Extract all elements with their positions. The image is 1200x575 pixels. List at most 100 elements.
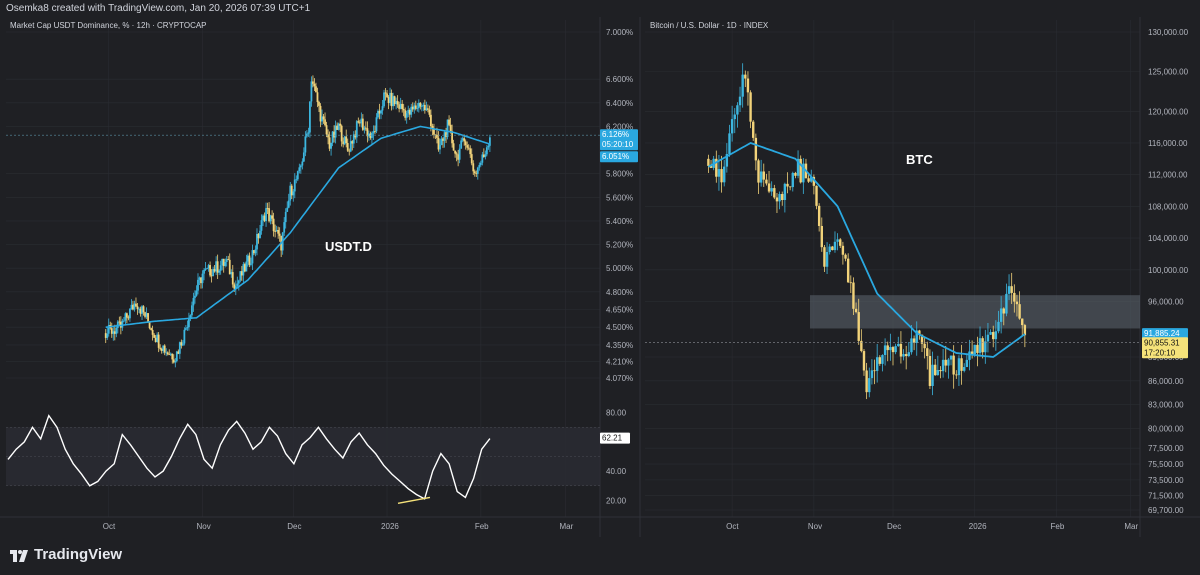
btc-candle bbox=[999, 308, 1003, 322]
footer-brand: TradingView bbox=[34, 546, 123, 563]
usdt-candle bbox=[454, 150, 457, 154]
btc-candle bbox=[981, 338, 984, 353]
btc-candle bbox=[752, 121, 755, 138]
btc-candle bbox=[823, 247, 826, 267]
usdt-candle bbox=[195, 290, 198, 296]
usdt-candle bbox=[484, 154, 487, 157]
btc-candle bbox=[939, 370, 942, 372]
usdt-candle bbox=[277, 230, 280, 234]
btc-candle bbox=[886, 345, 889, 351]
btc-y-tick-label: 100,000.00 bbox=[1148, 266, 1189, 275]
btc-candle bbox=[744, 74, 747, 79]
btc-candle bbox=[723, 166, 726, 183]
btc-candle bbox=[1002, 308, 1005, 314]
btc-candle bbox=[794, 172, 797, 176]
btc-candle bbox=[902, 354, 905, 357]
usdt-candle bbox=[295, 179, 298, 181]
usdt-candle bbox=[487, 145, 490, 148]
usdt-candle bbox=[464, 141, 467, 146]
btc-candle bbox=[944, 359, 947, 366]
usdt-candle bbox=[476, 167, 479, 174]
btc-y-tick-label: 120,000.00 bbox=[1148, 107, 1189, 116]
btc-candle bbox=[767, 183, 771, 192]
usdt-candle bbox=[236, 283, 239, 286]
btc-candle bbox=[976, 344, 979, 353]
usdt-candle bbox=[396, 101, 399, 105]
btc-candle bbox=[749, 92, 752, 122]
usdt-candle bbox=[299, 165, 302, 168]
btc-candle bbox=[889, 347, 892, 351]
usdt-candle bbox=[346, 143, 349, 151]
usdt-candle bbox=[402, 109, 405, 111]
btc-y-tick-label: 75,500.00 bbox=[1148, 460, 1184, 469]
btc-candle bbox=[844, 254, 847, 259]
btc-candle bbox=[857, 312, 860, 341]
usdt-candle bbox=[121, 320, 124, 328]
btc-candle bbox=[746, 78, 750, 93]
usdt-candle bbox=[197, 279, 199, 291]
btc-x-tick-label: Dec bbox=[887, 522, 901, 531]
usdt-price-badge: 6.126% bbox=[602, 130, 629, 139]
btc-candle bbox=[926, 348, 929, 356]
btc-candle bbox=[994, 331, 998, 340]
btc-candle bbox=[738, 96, 742, 106]
usdt-y-tick-label: 4.070% bbox=[606, 374, 633, 383]
btc-candle bbox=[839, 239, 842, 246]
btc-candle bbox=[883, 345, 887, 356]
usdt-candle bbox=[218, 270, 221, 273]
usdt-candle bbox=[386, 93, 388, 98]
btc-x-tick-label: Nov bbox=[808, 522, 822, 531]
usdt-candle bbox=[259, 230, 261, 239]
btc-candle bbox=[720, 169, 723, 183]
btc-candle bbox=[1021, 318, 1024, 326]
usdt-candle bbox=[381, 106, 384, 111]
btc-y-tick-label: 83,000.00 bbox=[1148, 401, 1184, 410]
usdt-y-tick-label: 5.000% bbox=[606, 264, 633, 273]
usdt-candle bbox=[374, 131, 376, 132]
usdt-candle bbox=[186, 327, 189, 329]
btc-candle bbox=[728, 133, 731, 155]
usdt-candle bbox=[416, 108, 419, 109]
usdt-candle bbox=[436, 134, 438, 138]
usdt-candle bbox=[174, 361, 177, 363]
usdt-candle bbox=[219, 265, 222, 271]
btc-candle bbox=[1018, 304, 1021, 319]
usdt-candle bbox=[466, 145, 469, 148]
btc-y-tick-label: 108,000.00 bbox=[1148, 202, 1189, 211]
usdt-candle bbox=[313, 83, 316, 87]
btc-candle bbox=[984, 341, 987, 353]
usdt-candle bbox=[265, 208, 267, 222]
usdt-x-tick-label: Nov bbox=[197, 522, 211, 531]
btc-candle bbox=[963, 367, 966, 371]
btc-candle bbox=[899, 343, 903, 357]
usdt-candle bbox=[260, 220, 263, 231]
btc-y-tick-label: 71,500.00 bbox=[1148, 492, 1184, 501]
usdt-candle bbox=[147, 313, 149, 322]
btc-candle bbox=[894, 346, 897, 353]
tradingview-logo[interactable]: TradingView bbox=[10, 546, 122, 563]
rsi-value-badge: 62.21 bbox=[602, 434, 623, 443]
usdt-candle bbox=[250, 263, 252, 265]
usdt-candle bbox=[485, 147, 488, 155]
usdt-candle bbox=[324, 119, 326, 126]
usdt-candle bbox=[157, 334, 160, 348]
usdt-candle bbox=[272, 218, 275, 232]
usdt-candle bbox=[231, 272, 234, 285]
usdt-candle bbox=[470, 154, 473, 164]
usdt-ma-badge: 6.051% bbox=[602, 152, 629, 161]
btc-candle bbox=[781, 194, 784, 200]
btc-y-tick-label: 96,000.00 bbox=[1148, 298, 1184, 307]
btc-candle bbox=[965, 359, 969, 368]
btc-candle bbox=[836, 239, 839, 242]
btc-x-tick-label: Mar bbox=[1124, 522, 1138, 531]
usdt-candle bbox=[188, 318, 190, 328]
btc-candle bbox=[778, 194, 781, 202]
btc-candle bbox=[773, 188, 776, 198]
btc-candle bbox=[775, 197, 779, 202]
usdt-candle bbox=[201, 273, 204, 284]
usdt-candle bbox=[237, 280, 240, 284]
btc-candle bbox=[717, 169, 721, 177]
btc-candle bbox=[852, 282, 855, 309]
usdt-candle bbox=[135, 303, 137, 307]
btc-candle bbox=[878, 357, 882, 364]
